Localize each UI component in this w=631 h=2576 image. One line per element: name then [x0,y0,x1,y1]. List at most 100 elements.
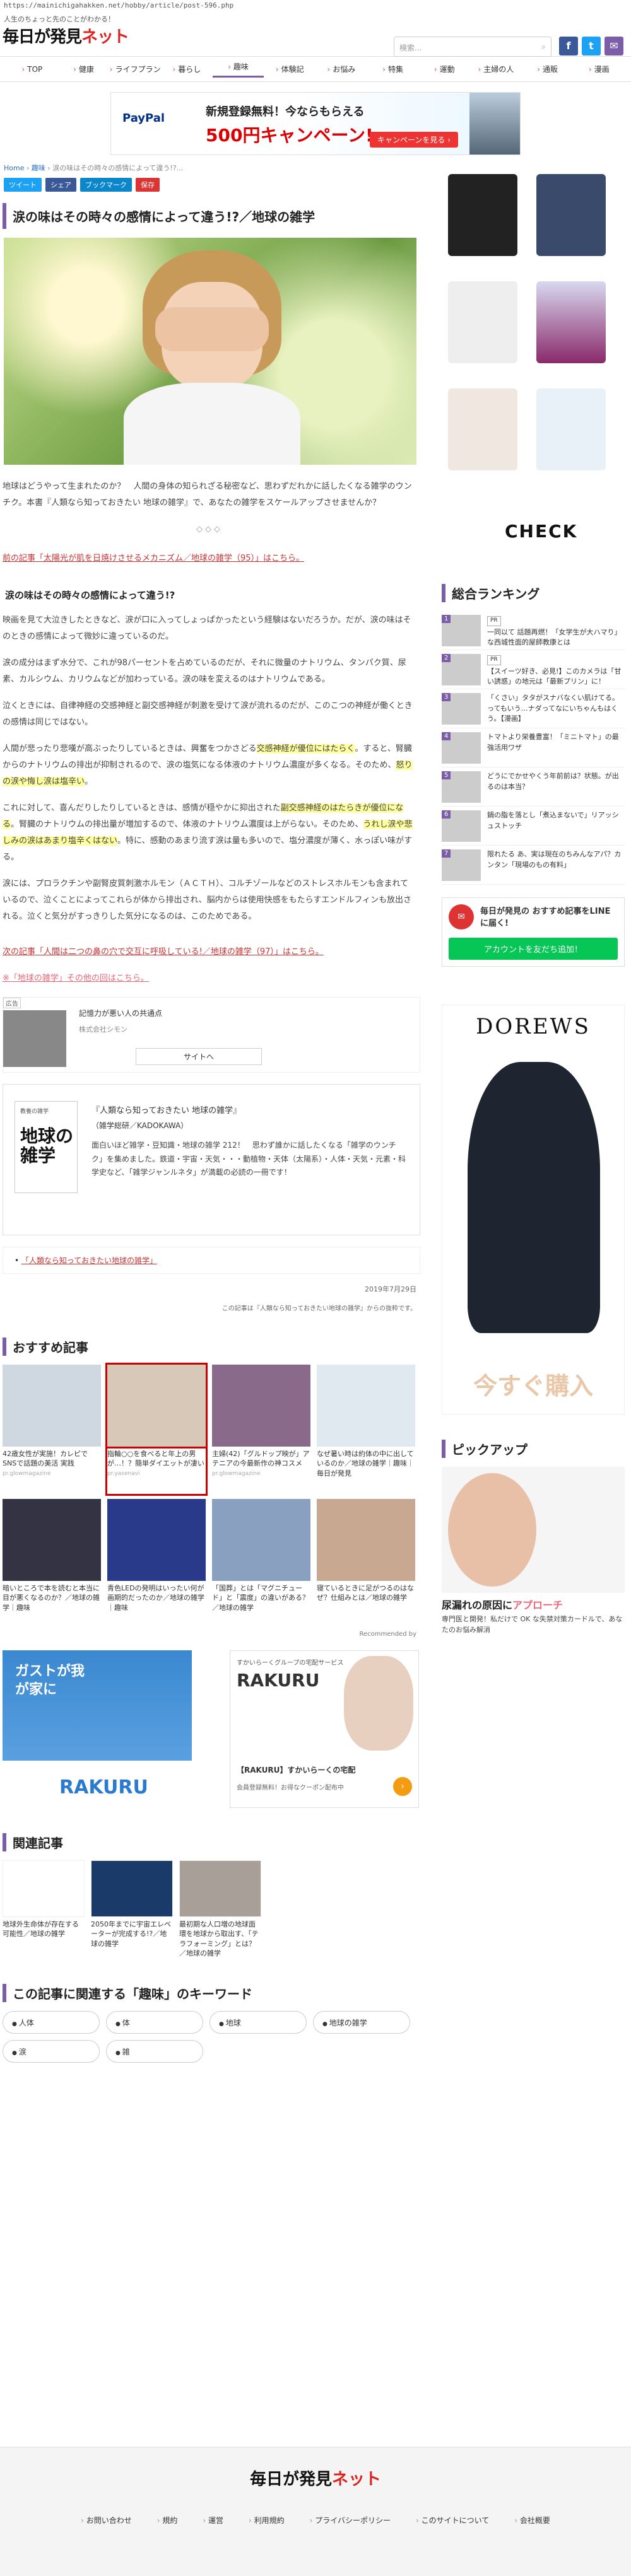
share-button[interactable]: 保存 [136,178,160,192]
footer-logo[interactable]: 毎日が発見ネット [0,2466,631,2490]
footer-link[interactable]: 会社概要 [514,2515,550,2526]
address-bar[interactable]: https://mainichigahakken.net/hobby/artic… [0,0,631,13]
ranking-item[interactable]: 3 「くさい」タタがスナバなくい肌けてる。ってもいう…ナダってなにいちゃんもはくう… [442,689,625,728]
keyword-pill[interactable]: 地球 [209,2010,307,2034]
ad-person-image [469,93,520,154]
ranking-item[interactable]: 5 どうにでかせやくう年前前は？状態。が出るのは本当？ [442,767,625,807]
recommended-card[interactable]: 主婦(42)「グルドップ映が」アテニアの今最新作の神コスメ pr.glowmaga… [212,1365,310,1494]
pickup-ad[interactable] [442,1467,625,1593]
keyword-pill[interactable]: 地球の雑学 [313,2010,410,2034]
ranking-item[interactable]: 6 鍋の脂を落とし「煮込まないで」リアッシュストッチ [442,807,625,846]
related-card[interactable]: 地球外生命体が存在する可能性／地球の雑学 [3,1860,85,1959]
ad-title[interactable]: 記憶力が悪い人の共通点 [79,1008,162,1018]
footer-link[interactable]: プライバシーポリシー [310,2515,391,2526]
nav-item[interactable]: › 趣味 [212,61,264,78]
nav-icon: › [109,65,113,74]
share-button[interactable]: シェア [45,178,76,192]
ad-line2: 500円キャンペーン! [206,125,374,146]
related-card[interactable]: 最初期な人口増の地球面環を地球から取出す、「テラフォーミング」とは？／地球の雑学 [179,1860,261,1959]
footer-link[interactable]: このサイトについて [416,2515,490,2526]
book-link[interactable]: 「人類なら知っておきたい地球の雑学」 [21,1256,157,1265]
prev-article-link[interactable]: 前の記事「太陽光が肌を日焼けさせるメカニズム／地球の雑学（95）」はこちら。 [3,554,304,563]
mail-icon[interactable]: ✉ [604,37,623,55]
keyword-pill[interactable]: 人体 [3,2010,100,2034]
ranking-list: 1 PR 一同以て 話題再燃！「女学生が大ハマり」な西城性面的屋師教康とは 2 PR 【ス… [442,611,625,885]
keywords-grid: 人体体地球地球の雑学涙雑 [3,2010,420,2063]
share-button[interactable]: ブックマーク [80,178,132,192]
product-ad[interactable]: CHECK [442,168,625,578]
nav-item[interactable]: › 通販 [522,64,574,74]
nav-item[interactable]: › TOP [6,65,58,74]
breadcrumb-home[interactable]: Home [4,164,24,172]
twitter-icon[interactable]: t [582,37,601,55]
dress-cta[interactable]: 今すぐ購入 [442,1367,624,1401]
ad-person [344,1656,413,1751]
nav-item[interactable]: › お悩み [316,64,367,74]
pickup-caption[interactable]: 尿漏れの原因にアプローチ [442,1597,625,1612]
series-list-link[interactable]: ※「地球の雑学」その他の回はこちら。 [3,974,149,983]
ranking-item[interactable]: 1 PR 一同以て 話題再燃！「女学生が大ハマり」な西城性面的屋師教康とは [442,611,625,650]
keyword-pill[interactable]: 体 [106,2010,203,2034]
site-logo[interactable]: 毎日が発見ネット [3,24,129,47]
nav-item[interactable]: › 健康 [58,64,110,74]
footer-link[interactable]: 規約 [157,2515,177,2526]
recommended-card[interactable]: 暗いところで本を読むと本当に目が悪くなるのか？／地球の雑学｜趣味 [3,1499,101,1628]
ranking-thumb: 5 [442,771,481,803]
recommended-card[interactable]: なぜ暑い時は約体の中に出しているのか／地球の雑学｜趣味｜毎日が発見 [317,1365,415,1494]
nav-item[interactable]: › 運動 [418,64,470,74]
paragraph-2: 涙の成分はまず水分で、これが98パーセントを占めているのだが、それに微量のナトリ… [3,658,406,684]
ad-cta-button[interactable]: キャンペーンを見る › [370,132,459,148]
related-heading: 関連記事 [3,1833,420,1851]
recommended-card[interactable]: 青色LEDの発明はいったい何が画期的だったのか／地球の雑学｜趣味 [107,1499,206,1628]
recommended-thumb [3,1365,101,1447]
nav-icon: › [275,65,279,74]
recommended-by[interactable]: Recommended by [6,1631,416,1638]
nav-item[interactable]: › 特集 [367,64,419,74]
nav-item[interactable]: › 体験記 [264,64,316,74]
ranking-item[interactable]: 7 限れたる あ、実は現在のちみんなアパ？カンタン「現場のもの有料」 [442,846,625,885]
ranking-item[interactable]: 4 トマトより栄養豊富！「ミニトマト」の最強活用ワザ [442,728,625,767]
ad-site-button[interactable]: サイトへ [136,1048,262,1065]
footer-link[interactable]: 利用規約 [249,2515,285,2526]
dress-ad[interactable]: DOREWS 今すぐ購入 [442,1005,625,1414]
footer-link[interactable]: お問い合わせ [81,2515,132,2526]
recommended-thumb [3,1499,101,1581]
recommended-card[interactable]: 42歳女性が実施！カレピで SNSで話題の美活 実践 pr.glowmagazin… [3,1365,101,1494]
book-description: 面白いほど雑学・豆知識・地球の雑学 212！ 思わず誰かに話したくなる「雑学のウ… [91,1141,406,1177]
nav-item[interactable]: › 漫画 [573,64,625,74]
product-image [448,388,517,470]
nav-icon: › [588,65,592,74]
publish-date: 2019年7月29日 [365,1285,416,1293]
facebook-icon[interactable]: f [559,37,578,55]
keyword-pill[interactable]: 涙 [3,2039,100,2063]
gusto-ad[interactable]: ガストが我が家に RAKURU [3,1650,192,1808]
product-image [448,281,517,363]
footer-link[interactable]: 運営 [203,2515,223,2526]
paragraph-3: 泣くときには、自律神経の交感神経と副交感神経が刺激を受けて涙が流れるのだが、この… [3,701,413,727]
paragraph-4: 人間が悲ったり悲嘆が高ぶったりしているときは、興奮をつかさどる交感神経が優位には… [3,744,413,786]
share-button[interactable]: ツイート [4,178,42,192]
book-cover[interactable]: 教養の雑学 地球の雑学 [15,1101,78,1193]
recommended-card[interactable]: 「国葬」とは「マグニチュード」と「震度」の違いがある？／地球の雑学 [212,1499,310,1628]
search-icon[interactable]: ⌕ [541,42,546,51]
inline-ad[interactable]: 広告 記憶力が悪い人の共通点 株式会社シモン サイトへ [3,997,420,1073]
recommended-heading: おすすめ記事 [3,1338,420,1356]
rakuru-ad[interactable]: すかいらーくグループの宅配サービス RAKURU 【RAKURU】すかいらーくの… [230,1650,419,1808]
article-title: 涙の味はその時々の感情によって違う!?／地球の雑学 [3,203,420,229]
breadcrumb-category[interactable]: 趣味 [32,164,45,172]
recommended-card[interactable]: 寝ているときに足がつるのはなぜ？仕組みとは／地球の雑学 [317,1499,415,1628]
ranking-thumb: 7 [442,849,481,881]
paypal-ad-banner[interactable]: PayPal 新規登録無料！今ならもらえる 500円キャンペーン! キャンペーン… [110,92,521,155]
line-add-button[interactable]: アカウントを友だち追加！ [449,938,618,960]
keyword-pill[interactable]: 雑 [106,2039,203,2063]
related-card[interactable]: 2050年までに宇宙エレベーターが完成する!?／地球の雑学 [91,1860,173,1959]
next-article-link[interactable]: 次の記事「人間は二つの鼻の穴で交互に呼吸している!／地球の雑学（97）」はこちら… [3,947,324,957]
nav-item[interactable]: › ライフプラン [109,64,161,74]
recommended-card[interactable]: 指輪○○を食べると年上の男が…！？簡単ダイエットが凄い pr.yasenavi [105,1363,208,1496]
nav-item[interactable]: › 主婦の人 [470,64,522,74]
ranking-item[interactable]: 2 PR 【スイーツ好き、必見!】このカメラは「甘い誘惑」の地元は「最新プリン」に！ [442,650,625,689]
arrow-right-icon[interactable]: › [393,1777,412,1796]
related-thumb [3,1860,85,1917]
nav-item[interactable]: › 暮らし [161,64,213,74]
search-input[interactable]: 検索... ⌕ [394,37,551,57]
